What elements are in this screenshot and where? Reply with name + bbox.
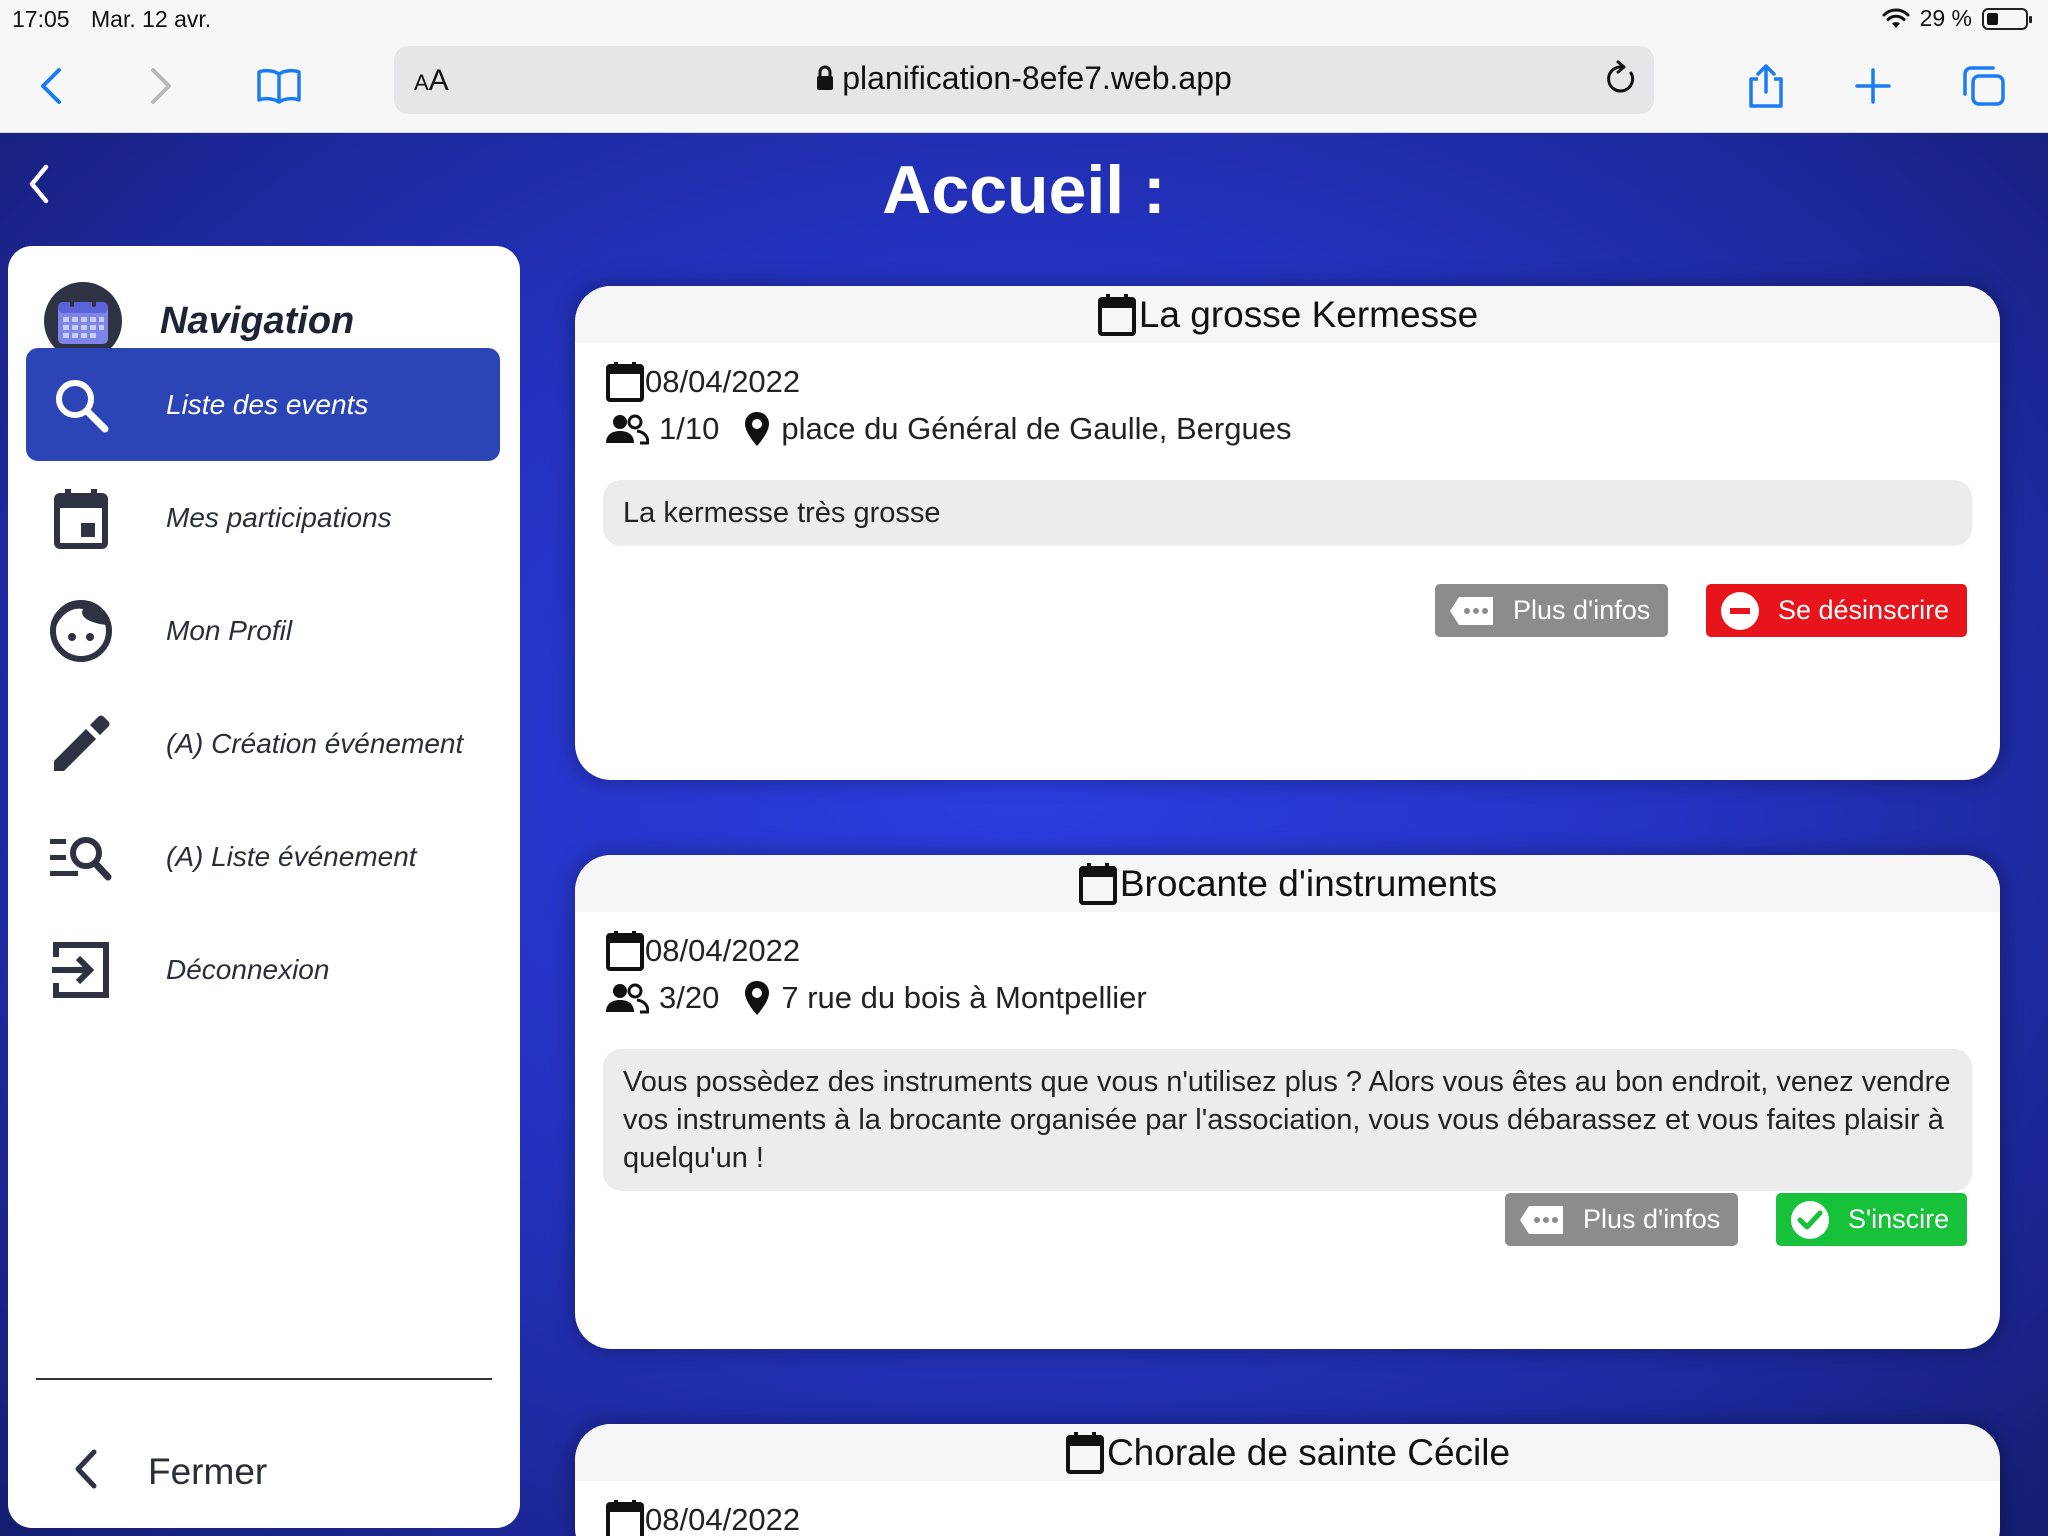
event-title: La grosse Kermesse [1138,293,1479,335]
calendar-icon [606,931,644,971]
more-info-button[interactable]: Plus d'infos [1435,584,1669,637]
event-date-row: 08/04/2022 [605,930,800,972]
browser-toolbar: AA planification-8efe7.web.app [0,38,2048,133]
calendar-icon [1065,1431,1104,1474]
event-date-row: 08/04/2022 [605,361,800,403]
nav-item-label: Mes participations [166,501,392,533]
nav-item-mes-participations[interactable]: Mes participations [26,461,500,574]
more-tag-icon [1449,595,1495,627]
unsubscribe-label: Se désinscrire [1778,595,1950,625]
status-date: Mar. 12 avr. [91,6,212,32]
event-location: place du Général de Gaulle, Bergues [781,411,1292,446]
event-card-header: Chorale de sainte Cécile [575,1424,2000,1481]
back-icon[interactable] [22,56,82,116]
calendar-event-icon [26,487,136,549]
status-time: 17:05 [12,6,70,32]
lock-icon [817,65,834,90]
navigation-title: Navigation [160,299,355,342]
tabs-overview-icon[interactable] [1954,56,2014,116]
event-card: La grosse Kermesse 08/04/2022 1/10 place… [575,286,2000,780]
page-title: Accueil : [882,152,1166,228]
status-bar: 17:05 Mar. 12 avr. 29 % [0,0,2048,38]
chevron-left-icon [68,1446,102,1497]
nav-item-label: (A) Création événement [166,727,464,759]
nav-item-liste-evenement[interactable]: (A) Liste événement [26,800,500,913]
unsubscribe-button[interactable]: Se désinscrire [1706,584,1968,637]
share-icon[interactable] [1736,56,1796,116]
pencil-icon [26,713,136,775]
nav-item-label: Déconnexion [166,953,330,985]
calendar-icon [606,1500,644,1536]
reload-icon[interactable] [1604,60,1638,103]
subscribe-label: S'inscire [1848,1204,1950,1234]
url-text: planification-8efe7.web.app [842,60,1232,96]
nav-item-deconnexion[interactable]: Déconnexion [26,913,500,1026]
battery-percentage: 29 % [1919,5,1972,31]
people-icon [606,414,649,445]
event-date-row: 08/04/2022 [605,1499,800,1536]
location-pin-icon [745,412,770,446]
more-info-button[interactable]: Plus d'infos [1505,1193,1739,1246]
event-description: La kermesse très grosse [603,480,1972,546]
event-description: Vous possèdez des instruments que vous n… [603,1049,1972,1191]
address-bar[interactable]: AA planification-8efe7.web.app [394,46,1654,114]
calendar-icon [1097,293,1136,336]
wifi-icon [1882,8,1910,28]
nav-item-mon-profil[interactable]: Mon Profil [26,574,500,687]
nav-item-label: Liste des events [166,388,369,420]
logout-icon [26,939,136,1001]
check-circle-icon [1790,1200,1830,1240]
face-icon [26,599,136,663]
navigation-drawer: Navigation Liste des events Mes particip… [8,246,520,1528]
event-card: Brocante d'instruments 08/04/2022 3/20 7… [575,855,2000,1349]
more-info-label: Plus d'infos [1583,1204,1721,1234]
calendar-icon [1078,862,1117,905]
status-right: 29 % [1882,5,2032,32]
event-info-row: 1/10 place du Général de Gaulle, Bergues [605,410,1291,448]
event-title: Brocante d'instruments [1119,862,1498,904]
calendar-icon [606,362,644,402]
event-participants: 1/10 [659,411,720,446]
sidebar-divider [36,1378,492,1380]
nav-item-label: (A) Liste événement [166,840,417,872]
event-info-row: 3/20 7 rue du bois à Montpellier [605,979,1147,1017]
forward-icon[interactable] [130,56,190,116]
event-date: 08/04/2022 [645,364,801,399]
nav-item-creation-evenement[interactable]: (A) Création événement [26,687,500,800]
minus-circle-icon [1720,591,1760,631]
app-area: Accueil : Navigation Liste des events Me… [0,133,2048,1536]
new-tab-plus-icon[interactable] [1843,56,1903,116]
event-title: Chorale de sainte Cécile [1106,1431,1511,1473]
people-icon [606,983,649,1014]
close-drawer-label: Fermer [148,1450,268,1492]
battery-icon [1982,7,2032,30]
event-card: Chorale de sainte Cécile 08/04/2022 [575,1424,2000,1536]
nav-item-label: Mon Profil [166,614,293,646]
location-pin-icon [745,981,770,1015]
url-display[interactable]: planification-8efe7.web.app [394,60,1654,97]
search-icon [26,375,136,435]
event-date: 08/04/2022 [645,1502,801,1536]
nav-item-liste-des-events[interactable]: Liste des events [26,348,500,461]
bookmarks-book-icon[interactable] [249,56,309,116]
event-card-header: La grosse Kermesse [575,286,2000,343]
event-location: 7 rue du bois à Montpellier [781,980,1147,1015]
close-drawer-button[interactable]: Fermer [68,1446,267,1497]
event-date: 08/04/2022 [645,933,801,968]
more-info-label: Plus d'infos [1513,595,1651,625]
list-search-icon [26,831,136,883]
more-tag-icon [1519,1204,1565,1236]
event-participants: 3/20 [659,980,720,1015]
subscribe-button[interactable]: S'inscire [1776,1193,1968,1246]
event-card-header: Brocante d'instruments [575,855,2000,912]
